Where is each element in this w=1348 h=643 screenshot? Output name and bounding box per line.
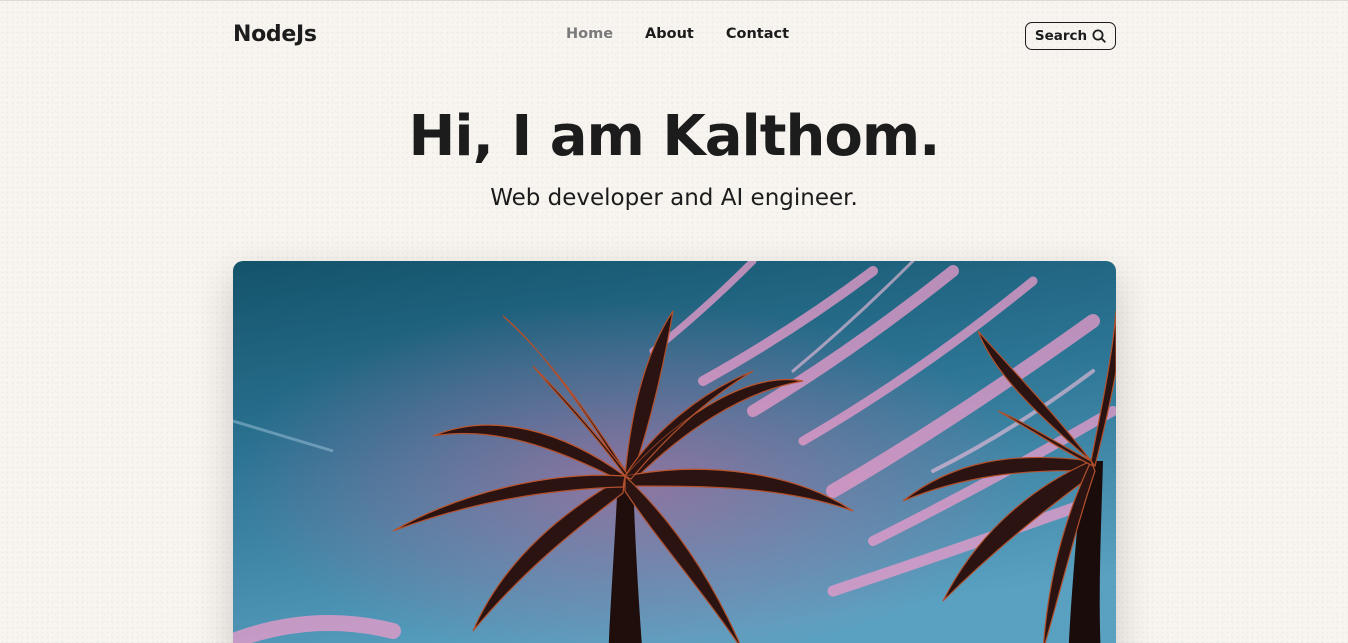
hero-title: Hi, I am Kalthom. <box>408 104 941 169</box>
palm-trees-photo <box>233 261 1116 643</box>
nav-home-link[interactable]: Home <box>566 26 613 42</box>
nav-about-link[interactable]: About <box>645 26 694 42</box>
hero-subtitle: Web developer and AI engineer. <box>490 185 858 211</box>
site-logo[interactable]: NodeJs <box>233 22 317 47</box>
nav-contact-link[interactable]: Contact <box>726 26 789 42</box>
top-border <box>0 0 1348 1</box>
search-icon <box>1092 29 1106 43</box>
hero-image <box>233 261 1116 643</box>
hero-section: Hi, I am Kalthom. Web developer and AI e… <box>0 102 1348 214</box>
main-nav: Home About Contact <box>566 26 789 42</box>
site-header: NodeJs Home About Contact Search <box>233 20 1116 52</box>
search-button-label: Search <box>1034 28 1088 44</box>
search-button[interactable]: Search <box>1025 22 1116 50</box>
